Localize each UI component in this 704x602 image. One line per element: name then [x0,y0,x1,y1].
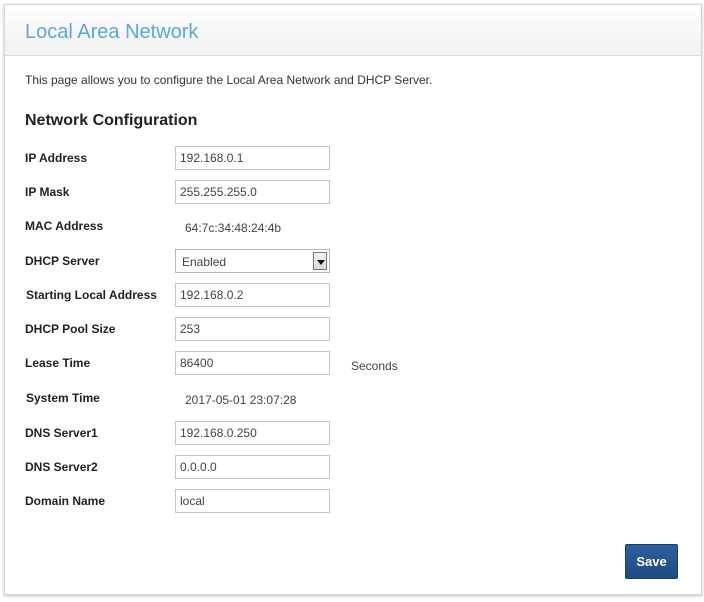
dns-server2-label: DNS Server2 [25,460,98,474]
dns-server2-row: DNS Server2 [5,455,695,479]
mac-address-label: MAC Address [25,219,104,233]
dhcp-server-selected-value: Enabled [182,255,227,269]
lease-time-unit: Seconds [351,359,398,373]
domain-name-input[interactable] [175,489,330,513]
save-button[interactable]: Save [625,544,678,579]
section-title: Network Configuration [25,112,198,129]
ip-address-label: IP Address [25,151,88,165]
panel-header: Local Area Network [5,5,701,56]
domain-name-row: Domain Name [5,489,695,513]
page-description: This page allows you to configure the Lo… [25,73,433,87]
system-time-value: 2017-05-01 23:07:28 [185,393,297,407]
mac-address-row: MAC Address 64:7c:34:48:24:4b [5,214,695,238]
system-time-row: System Time 2017-05-01 23:07:28 [5,386,695,410]
lease-time-input[interactable] [175,351,330,375]
dns-server2-input[interactable] [175,455,330,479]
dhcp-pool-size-row: DHCP Pool Size [5,317,695,341]
lan-settings-panel: Local Area Network This page allows you … [4,4,702,595]
mac-address-value: 64:7c:34:48:24:4b [185,221,282,235]
dhcp-pool-size-label: DHCP Pool Size [25,322,116,336]
page-title: Local Area Network [25,21,199,43]
ip-mask-input[interactable] [175,180,330,204]
chevron-down-icon[interactable] [313,252,327,270]
dhcp-server-select[interactable]: Enabled [175,249,330,273]
ip-address-input[interactable] [175,146,330,170]
dhcp-server-row: DHCP Server Enabled [5,249,695,273]
system-time-label: System Time [26,391,100,405]
starting-local-address-input[interactable] [175,283,330,307]
dns-server1-input[interactable] [175,421,330,445]
ip-mask-row: IP Mask [5,180,695,204]
lease-time-label: Lease Time [25,356,91,370]
dns-server1-label: DNS Server1 [25,426,98,440]
dhcp-server-label: DHCP Server [25,254,100,268]
dhcp-pool-size-input[interactable] [175,317,330,341]
dns-server1-row: DNS Server1 [5,421,695,445]
domain-name-label: Domain Name [25,494,106,508]
starting-local-address-label: Starting Local Address [26,288,157,302]
ip-address-row: IP Address [5,146,695,170]
ip-mask-label: IP Mask [25,185,70,199]
starting-local-address-row: Starting Local Address [5,283,695,307]
lease-time-row: Lease Time Seconds [5,351,695,375]
